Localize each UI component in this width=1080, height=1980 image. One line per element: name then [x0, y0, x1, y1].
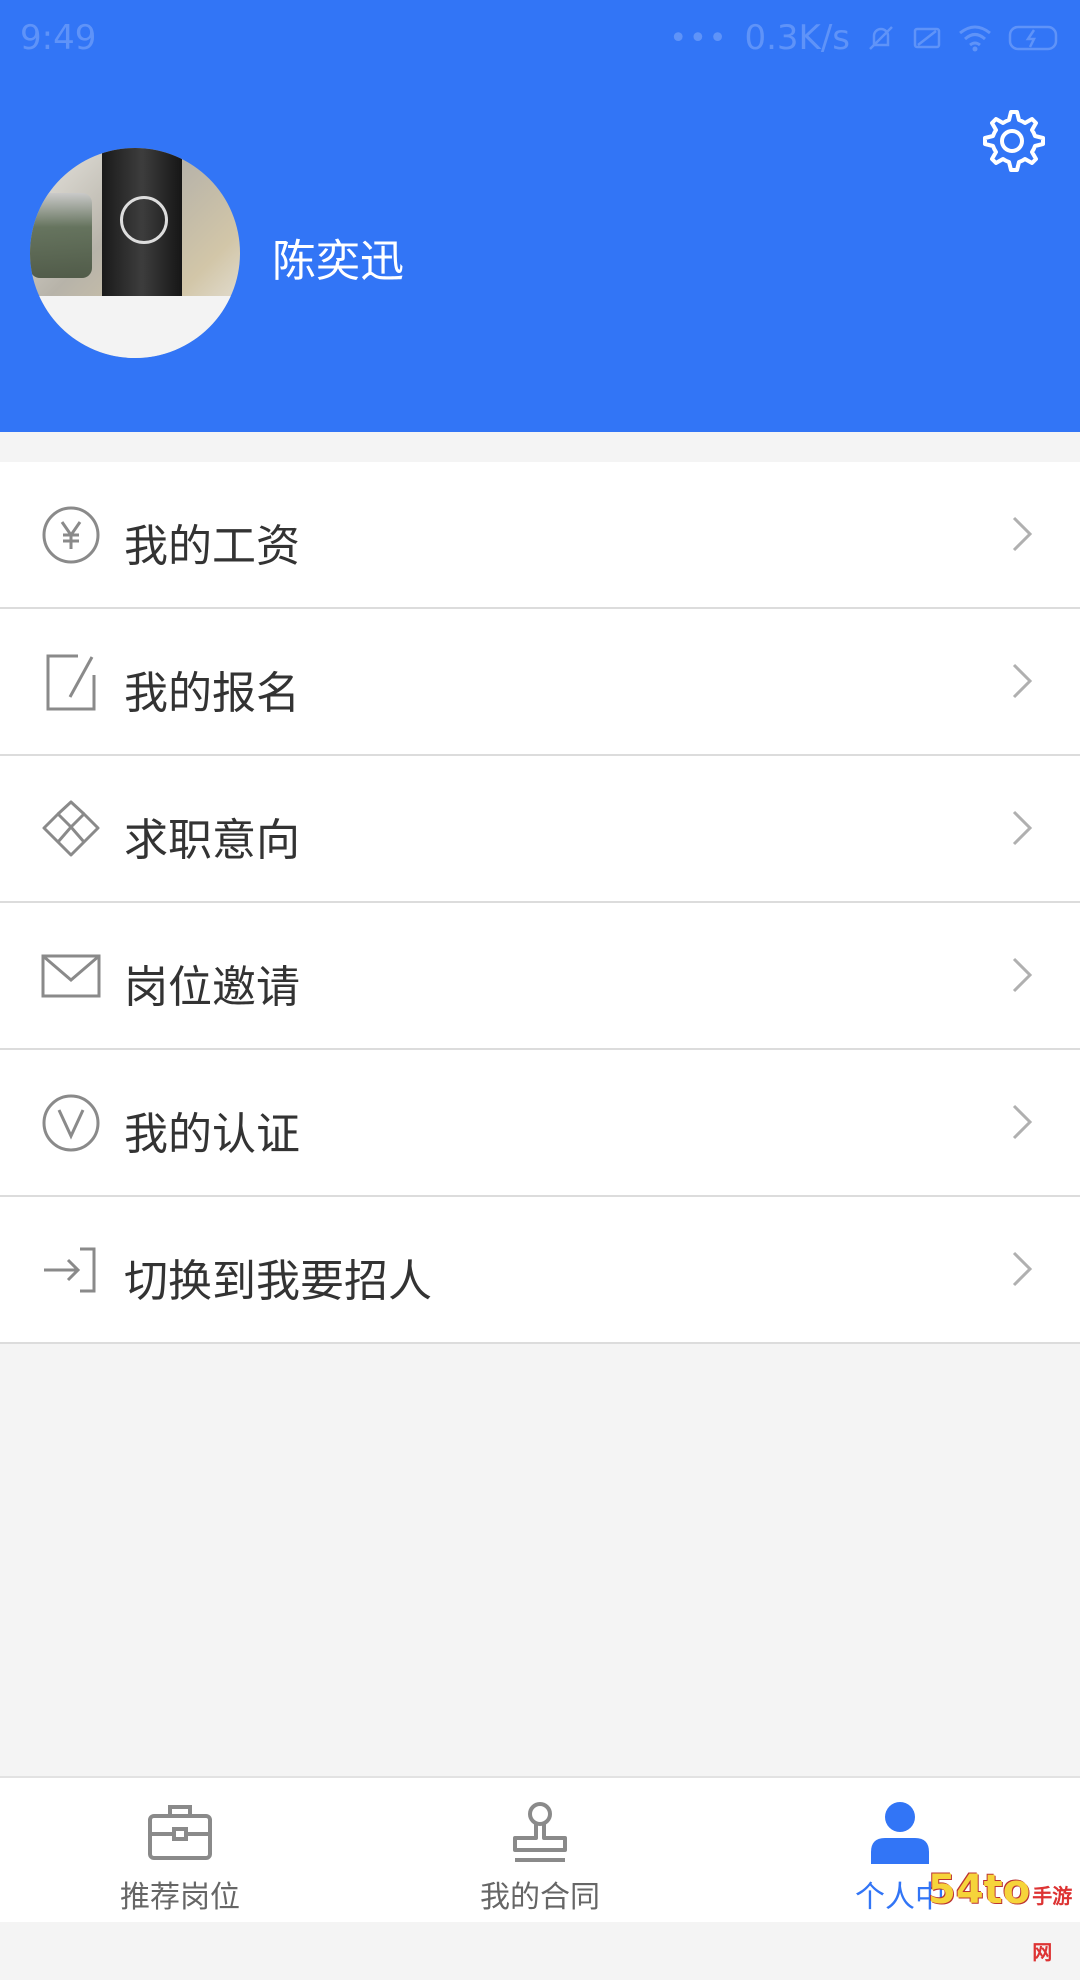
menu-item-applications[interactable]: 我的报名: [0, 609, 1080, 756]
tab-recommended-jobs[interactable]: 推荐岗位: [0, 1778, 360, 1922]
avatar-jar: [30, 193, 92, 278]
tab-label: 推荐岗位: [120, 1880, 240, 1915]
profile-header: 9:49 ••• 0.3K/s 陈奕迅: [0, 0, 1080, 432]
status-right: ••• 0.3K/s: [669, 18, 1062, 58]
chevron-right-icon: [1012, 810, 1033, 846]
sim-icon: [913, 27, 941, 49]
diamond-icon: [42, 800, 100, 857]
switch-login-icon: [44, 1247, 96, 1293]
watermark-sub: 手游网: [1032, 1884, 1073, 1964]
menu-item-job-invitations[interactable]: 岗位邀请: [0, 903, 1080, 1050]
person-icon: [871, 1802, 929, 1864]
avatar[interactable]: [30, 148, 240, 358]
gear-icon[interactable]: [976, 104, 1048, 176]
avatar-table: [30, 296, 240, 358]
site-watermark: 54to 手游网: [928, 1862, 1078, 1964]
status-bar: 9:49 ••• 0.3K/s: [0, 0, 1080, 76]
menu-item-label: 我的报名: [124, 668, 300, 719]
battery-icon: [1008, 25, 1058, 51]
chevron-right-icon: [1012, 516, 1033, 552]
menu-item-label: 切换到我要招人: [124, 1256, 432, 1307]
network-speed: 0.3K/s: [744, 18, 850, 58]
bottom-tab-bar: 推荐岗位 我的合同 个人中: [0, 1776, 1080, 1922]
menu-item-label: 求职意向: [124, 815, 300, 866]
menu-item-switch-to-recruiter[interactable]: 切换到我要招人: [0, 1197, 1080, 1344]
menu-item-job-intention[interactable]: 求职意向: [0, 756, 1080, 903]
watermark-text: 54to: [928, 1867, 1031, 1913]
menu-item-salary[interactable]: 我的工资: [0, 462, 1080, 609]
user-name[interactable]: 陈奕迅: [272, 225, 404, 289]
stamp-icon: [513, 1802, 567, 1862]
avatar-cup-logo: [120, 196, 168, 244]
more-dots-icon: •••: [669, 20, 729, 56]
edit-document-icon: [46, 654, 96, 711]
yen-circle-icon: [42, 506, 100, 564]
status-time: 9:49: [20, 18, 97, 58]
verify-v-icon: [42, 1094, 100, 1152]
menu-item-label: 我的工资: [124, 521, 300, 572]
briefcase-icon: [148, 1805, 212, 1860]
chevron-right-icon: [1012, 663, 1033, 699]
envelope-icon: [41, 954, 101, 998]
mute-icon: [869, 26, 893, 50]
chevron-right-icon: [1012, 1251, 1033, 1287]
menu-list: 我的工资 我的报名 求职意向 岗位邀请 我的认证 切换到我要招人: [0, 462, 1080, 1344]
menu-item-verification[interactable]: 我的认证: [0, 1050, 1080, 1197]
chevron-right-icon: [1012, 957, 1033, 993]
menu-item-label: 岗位邀请: [124, 962, 300, 1013]
menu-item-label: 我的认证: [124, 1109, 300, 1160]
tab-my-contracts[interactable]: 我的合同: [360, 1778, 720, 1922]
tab-label: 我的合同: [480, 1880, 600, 1915]
chevron-right-icon: [1012, 1104, 1033, 1140]
wifi-icon: [959, 25, 991, 52]
